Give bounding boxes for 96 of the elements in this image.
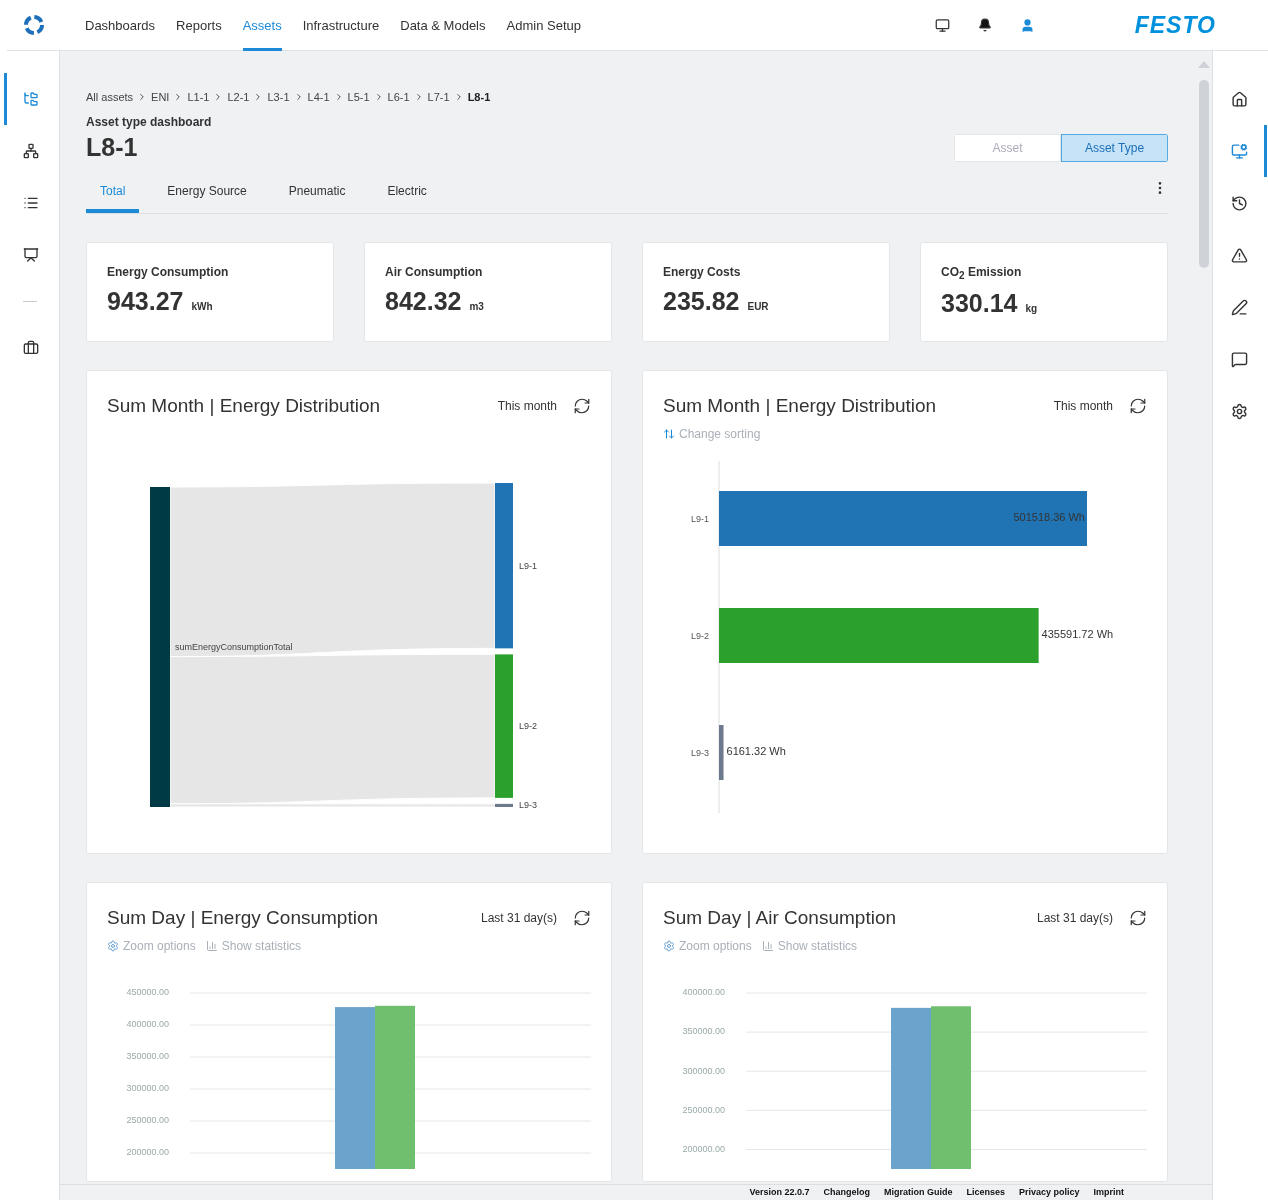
footer-link[interactable]: Migration Guide	[883, 1185, 953, 1200]
bar-chart-icon	[205, 940, 218, 952]
tick-label: 300000.00	[126, 1083, 169, 1094]
category-label: L9-2	[691, 631, 709, 641]
card-title: Sum Day | Energy Consumption	[107, 907, 380, 929]
presentation-icon	[23, 247, 39, 263]
tick-label: 250000.00	[682, 1104, 725, 1115]
node-label: L9-3	[519, 800, 537, 811]
card-title: Sum Day | Air Consumption	[663, 907, 898, 929]
tick-label: 400000.00	[126, 1019, 169, 1030]
kpi-unit: kWh	[191, 301, 213, 312]
footer-link[interactable]: Imprint	[1093, 1185, 1124, 1200]
kpi-value: 330.14	[941, 289, 1018, 319]
pen-icon	[1230, 298, 1248, 316]
bar	[719, 725, 724, 780]
refresh-button[interactable]	[573, 909, 591, 927]
nav-tab[interactable]: Data & Models	[400, 0, 486, 51]
breadcrumb-link[interactable]: L3-1	[267, 91, 290, 103]
scrollbar-thumb[interactable]	[1199, 80, 1209, 268]
footer-link[interactable]: Licenses	[966, 1185, 1005, 1200]
message-icon	[1230, 350, 1248, 368]
tick-label: 250000.00	[126, 1115, 169, 1126]
breadcrumb-link[interactable]: L6-1	[387, 91, 410, 103]
network-icon	[23, 143, 39, 159]
briefcase-icon	[23, 340, 39, 356]
refresh-button[interactable]	[573, 397, 591, 415]
nav-tab[interactable]: Reports	[176, 0, 222, 51]
category-label: L9-1	[691, 514, 709, 524]
value-label: 501518.36 Wh	[1013, 511, 1085, 523]
page-subtitle: Asset type dashboard	[86, 115, 213, 129]
tick-label: 200000.00	[682, 1143, 725, 1154]
warning-icon	[1230, 246, 1248, 264]
breadcrumb-link[interactable]: L1-1	[187, 91, 210, 103]
gear-icon	[663, 940, 675, 952]
breadcrumb-link[interactable]: L5-1	[347, 91, 370, 103]
history-icon	[1230, 194, 1248, 212]
node-label: L9-1	[519, 560, 537, 571]
tab[interactable]: Electric	[373, 184, 441, 213]
tab[interactable]: Pneumatic	[274, 184, 360, 213]
node-label: sumEnergyConsumptionTotal	[175, 642, 293, 652]
period-label: Last 31 day(s)	[1036, 911, 1113, 925]
home-icon	[1230, 90, 1248, 108]
notification-icon[interactable]	[977, 18, 992, 32]
kpi-value: 235.82	[663, 287, 740, 316]
toggle-button[interactable]: Asset Type	[1061, 134, 1168, 162]
refresh-button[interactable]	[1129, 397, 1147, 415]
value-label: 6161.32 Wh	[726, 745, 786, 757]
folder-tree-icon	[23, 91, 39, 107]
footer-link[interactable]: Changelog	[823, 1185, 870, 1200]
breadcrumb-link[interactable]: L2-1	[227, 91, 250, 103]
footer-link[interactable]: Privacy policy	[1018, 1185, 1080, 1200]
breadcrumb-link[interactable]: L7-1	[427, 91, 450, 103]
kpi-label: CO$_{2}$ Emission	[941, 265, 1022, 279]
monitor-icon[interactable]	[934, 17, 950, 33]
card-title: Sum Month | Energy Distribution	[663, 395, 938, 417]
kpi-label: Air Consumption	[385, 265, 483, 279]
bar-chart-icon	[761, 940, 774, 952]
tick-label: 200000.00	[126, 1147, 169, 1158]
footer-link[interactable]: Version 22.0.7	[749, 1185, 810, 1200]
nav-tab[interactable]: Admin Setup	[506, 0, 581, 51]
kpi-label: Energy Costs	[663, 265, 741, 279]
brand-logo: FESTO	[1134, 11, 1216, 39]
tick-label: 300000.00	[682, 1065, 725, 1076]
monitor-icon	[1230, 142, 1248, 160]
sort-icon	[663, 428, 675, 440]
kpi-value: 943.27	[107, 287, 184, 316]
kpi-unit: m3	[469, 301, 484, 312]
settings-icon	[1230, 402, 1248, 420]
period-label: This month	[497, 399, 557, 413]
breadcrumb-link[interactable]: All assets	[86, 91, 134, 103]
node-label: L9-2	[519, 721, 537, 732]
period-label: Last 31 day(s)	[480, 911, 557, 925]
nav-tab[interactable]: Dashboards	[85, 0, 156, 51]
kpi-value: 842.32	[385, 287, 462, 316]
period-label: This month	[1053, 399, 1113, 413]
tick-label: 400000.00	[682, 987, 725, 998]
breadcrumb-link[interactable]: L4-1	[307, 91, 330, 103]
refresh-button[interactable]	[1129, 909, 1147, 927]
kpi-unit: kg	[1025, 303, 1038, 315]
breadcrumb-link[interactable]: ENI	[151, 91, 170, 103]
tab[interactable]: Energy Source	[153, 184, 261, 213]
gear-icon	[107, 940, 119, 952]
breadcrumb-link[interactable]: L8-1	[467, 91, 491, 103]
category-label: L9-3	[691, 748, 709, 758]
logo-icon[interactable]	[23, 14, 45, 36]
page-title: L8-1	[86, 133, 138, 162]
tick-label: 450000.00	[126, 987, 169, 998]
tick-label: 350000.00	[126, 1051, 169, 1062]
user-icon[interactable]	[1019, 17, 1035, 33]
kpi-unit: EUR	[747, 301, 769, 312]
tick-label: 350000.00	[682, 1026, 725, 1037]
kpi-label: Energy Consumption	[107, 265, 229, 279]
card-title: Sum Month | Energy Distribution	[107, 395, 382, 417]
value-label: 435591.72 Wh	[1041, 628, 1114, 640]
nav-tab[interactable]: Infrastructure	[302, 0, 380, 51]
list-icon	[23, 195, 39, 211]
